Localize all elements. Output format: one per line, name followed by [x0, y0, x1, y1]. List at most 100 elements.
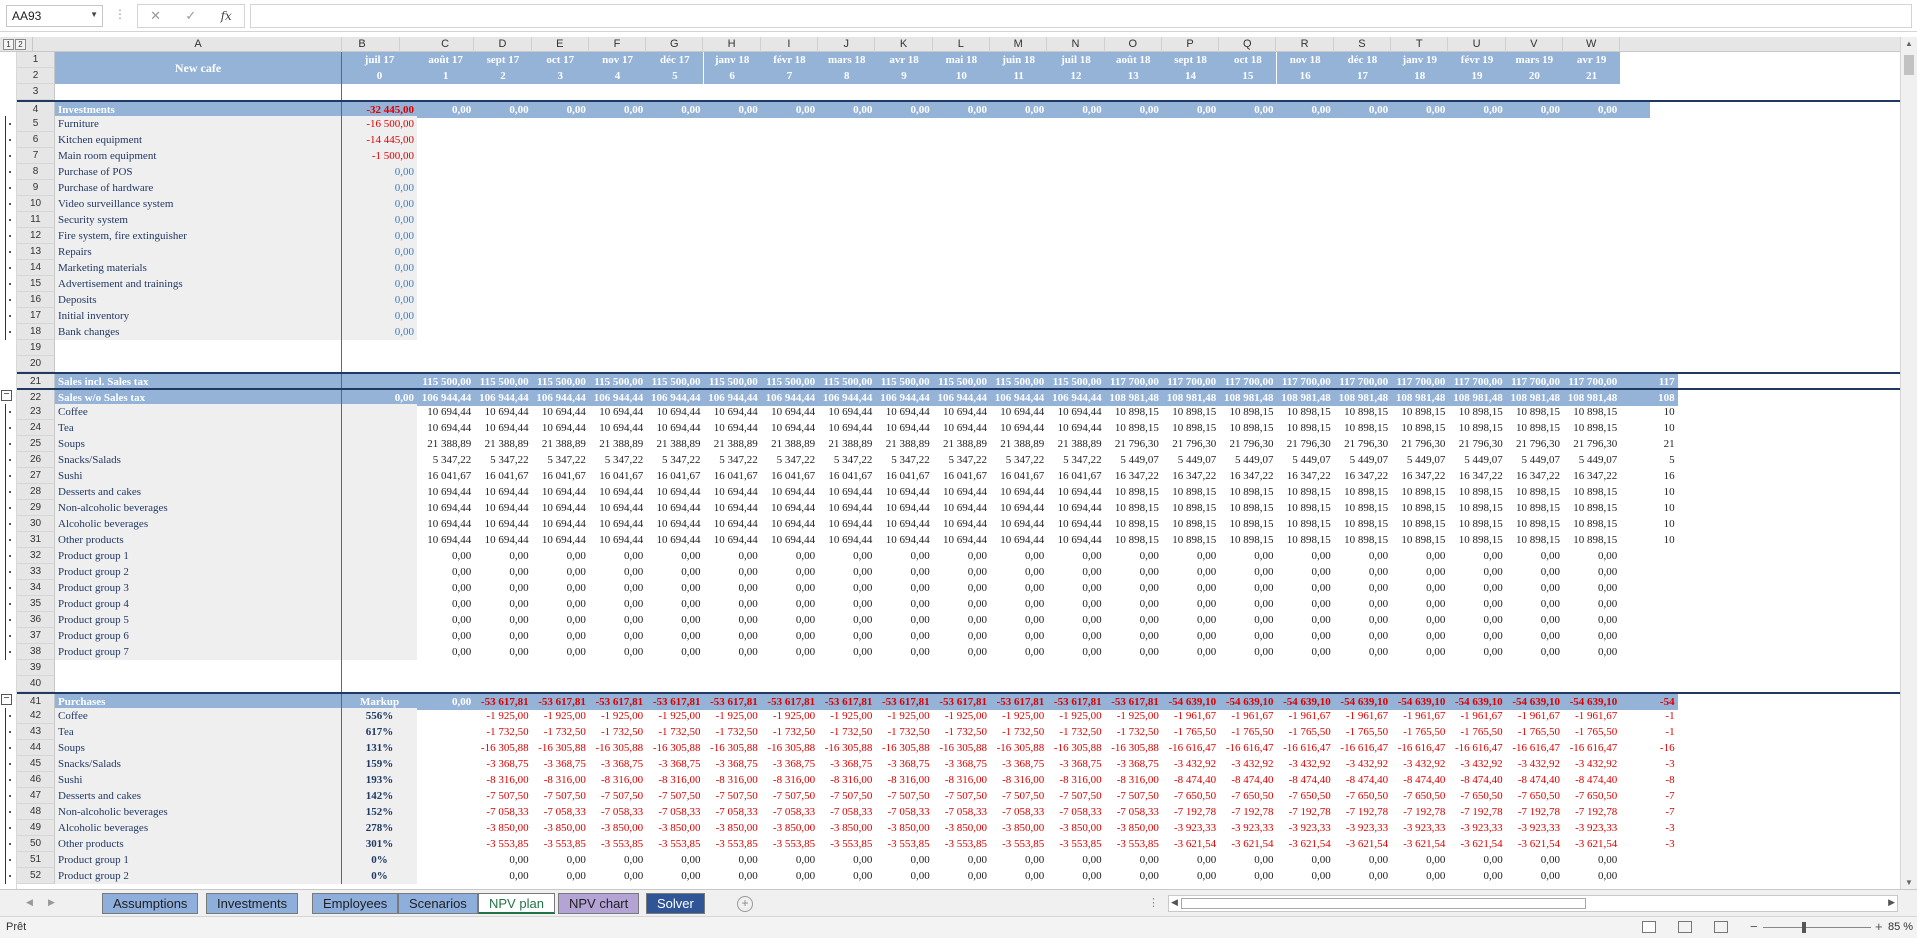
row-number[interactable]: 5	[17, 116, 55, 132]
data-cell[interactable]: 0,00	[532, 580, 589, 596]
data-cell[interactable]: -7 192,78	[1334, 804, 1391, 820]
row-number[interactable]: 17	[17, 308, 55, 324]
data-cell[interactable]: 10 694,44	[818, 484, 875, 500]
data-cell[interactable]: 0,00	[1277, 596, 1334, 612]
data-cell[interactable]	[417, 772, 474, 788]
data-cell[interactable]: 0,00	[1334, 548, 1391, 564]
data-cell[interactable]: 16 041,67	[875, 468, 932, 484]
data-cell[interactable]: 0,00	[1506, 548, 1563, 564]
data-cell[interactable]: -3	[1620, 756, 1677, 772]
data-cell[interactable]: 10 898,15	[1334, 500, 1391, 516]
data-cell[interactable]: -7 192,78	[1219, 804, 1276, 820]
data-cell[interactable]: 10 694,44	[1047, 420, 1104, 436]
data-cell[interactable]: 0,00	[818, 548, 875, 564]
data-cell[interactable]: 0,00	[1448, 612, 1505, 628]
data-cell[interactable]: -7 058,33	[933, 804, 990, 820]
data-cell[interactable]: 0,00	[1047, 548, 1104, 564]
data-cell[interactable]: 10 694,44	[818, 532, 875, 548]
collapse-group-icon[interactable]: −	[1, 694, 12, 705]
data-cell[interactable]: 0,00	[1563, 612, 1620, 628]
data-cell[interactable]: -7 058,33	[589, 804, 646, 820]
data-cell[interactable]: -8 316,00	[474, 772, 531, 788]
data-cell[interactable]: 21 388,89	[589, 436, 646, 452]
data-cell[interactable]: 21 388,89	[990, 436, 1047, 452]
data-cell[interactable]: 5 347,22	[1047, 452, 1104, 468]
data-cell[interactable]: 10	[1620, 516, 1677, 532]
row-number[interactable]: 45	[17, 756, 55, 772]
data-cell[interactable]: 0,00	[1563, 868, 1620, 884]
data-cell[interactable]: -1 765,50	[1277, 724, 1334, 740]
data-cell[interactable]: -1 925,00	[704, 708, 761, 724]
data-cell[interactable]: 0,00	[1219, 564, 1276, 580]
data-cell[interactable]: -3 553,85	[1105, 836, 1162, 852]
data-cell[interactable]: 0,00	[990, 852, 1047, 868]
row-number[interactable]: 25	[17, 436, 55, 452]
data-cell[interactable]: 10 694,44	[532, 404, 589, 420]
data-cell[interactable]: 0,00	[933, 564, 990, 580]
outline-level-1-button[interactable]: 1	[3, 39, 14, 50]
data-cell[interactable]: 10 694,44	[646, 532, 703, 548]
data-cell[interactable]: 10 694,44	[417, 420, 474, 436]
data-cell[interactable]: -3 553,85	[532, 836, 589, 852]
data-cell[interactable]: -3 850,00	[818, 820, 875, 836]
data-cell[interactable]: 0,00	[1219, 596, 1276, 612]
data-cell[interactable]: 10 898,15	[1563, 420, 1620, 436]
row-number[interactable]: 1	[17, 52, 55, 68]
data-cell[interactable]: -7 058,33	[875, 804, 932, 820]
cell-b[interactable]	[342, 500, 417, 516]
data-cell[interactable]: -7 058,33	[532, 804, 589, 820]
data-cell[interactable]: -16 616,47	[1334, 740, 1391, 756]
data-cell[interactable]: 5 449,07	[1105, 452, 1162, 468]
data-cell[interactable]: 10 694,44	[875, 420, 932, 436]
column-header-b[interactable]: B	[325, 37, 400, 52]
data-cell[interactable]: 0,00	[704, 596, 761, 612]
data-cell[interactable]: 21 796,30	[1277, 436, 1334, 452]
page-break-icon[interactable]	[1714, 921, 1728, 933]
row-number[interactable]: 16	[17, 292, 55, 308]
data-cell[interactable]: -3 850,00	[704, 820, 761, 836]
data-cell[interactable]: 21 388,89	[761, 436, 818, 452]
data-cell[interactable]: 10 898,15	[1563, 516, 1620, 532]
data-cell[interactable]: 0,00	[1448, 852, 1505, 868]
data-cell[interactable]: 0,00	[1448, 580, 1505, 596]
row-number[interactable]: 37	[17, 628, 55, 644]
data-cell[interactable]: 10 694,44	[1047, 532, 1104, 548]
data-cell[interactable]: -1 925,00	[589, 708, 646, 724]
data-cell[interactable]: 0,00	[1047, 596, 1104, 612]
data-cell[interactable]: 0,00	[933, 644, 990, 660]
data-cell[interactable]: 10 694,44	[761, 500, 818, 516]
data-cell[interactable]: -16 305,88	[933, 740, 990, 756]
data-cell[interactable]: -3 553,85	[933, 836, 990, 852]
data-cell[interactable]: 0,00	[532, 596, 589, 612]
data-cell[interactable]: -3 553,85	[818, 836, 875, 852]
data-cell[interactable]: 0,00	[1105, 644, 1162, 660]
data-cell[interactable]: -3 432,92	[1506, 756, 1563, 772]
data-cell[interactable]: 10 898,15	[1105, 404, 1162, 420]
data-cell[interactable]: -8 316,00	[646, 772, 703, 788]
data-cell[interactable]: 0,00	[589, 548, 646, 564]
data-cell[interactable]: 0,00	[1391, 580, 1448, 596]
data-cell[interactable]: 0,00	[1162, 564, 1219, 580]
data-cell[interactable]: -3 368,75	[933, 756, 990, 772]
collapse-group-icon[interactable]: −	[1, 390, 12, 401]
data-cell[interactable]: 0,00	[646, 564, 703, 580]
data-cell[interactable]: 21 388,89	[818, 436, 875, 452]
data-cell[interactable]: 0,00	[990, 612, 1047, 628]
tab-prev-icon[interactable]: ◀	[26, 897, 33, 908]
zoom-in-icon[interactable]: +	[1875, 919, 1883, 934]
data-cell[interactable]: 10 898,15	[1334, 532, 1391, 548]
data-cell[interactable]: 0,00	[646, 644, 703, 660]
row-number[interactable]: 23	[17, 404, 55, 420]
data-cell[interactable]: 21 388,89	[1047, 436, 1104, 452]
data-cell[interactable]: 0,00	[1047, 580, 1104, 596]
cell-b[interactable]: -1 500,00	[342, 148, 417, 164]
data-cell[interactable]: 0,00	[875, 612, 932, 628]
data-cell[interactable]: -3 553,85	[875, 836, 932, 852]
data-cell[interactable]: -7 058,33	[1047, 804, 1104, 820]
data-cell[interactable]: -3 923,33	[1162, 820, 1219, 836]
data-cell[interactable]: 0,00	[532, 628, 589, 644]
data-cell[interactable]: 10 694,44	[990, 532, 1047, 548]
formula-input[interactable]	[250, 4, 1912, 28]
data-cell[interactable]: 0,00	[704, 548, 761, 564]
data-cell[interactable]: -3 432,92	[1563, 756, 1620, 772]
